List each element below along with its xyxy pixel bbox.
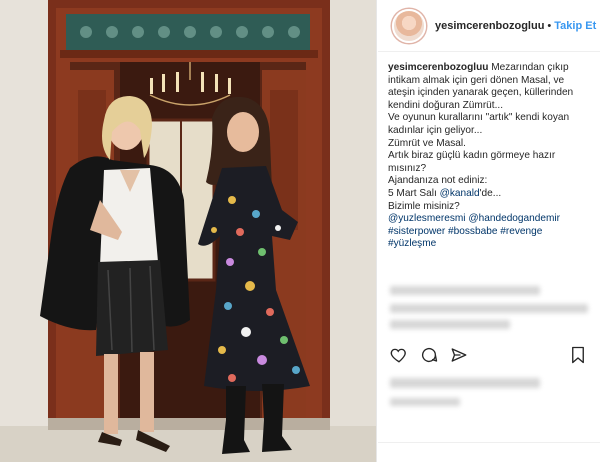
caption-line: yesimcerenbozogluu Mezarından çıkıp bbox=[388, 62, 598, 75]
mention-kanald[interactable]: @kanald bbox=[440, 188, 480, 199]
caption-line: mısınız? bbox=[388, 162, 427, 174]
profile-username[interactable]: yesimcerenbozogluu bbox=[435, 20, 544, 32]
post-sidebar: yesimcerenbozogluu • Takip Et yesimceren… bbox=[378, 0, 600, 462]
caption-line: kadınlar için geliyor... bbox=[388, 124, 483, 136]
share-icon[interactable] bbox=[450, 346, 468, 364]
blurred-comment bbox=[390, 320, 510, 329]
hashtag-link[interactable]: #sisterpower bbox=[388, 226, 445, 237]
caption-text: Mezarından çıkıp bbox=[491, 62, 569, 73]
hashtag-link[interactable]: #yüzleşme bbox=[388, 238, 436, 249]
blurred-comment bbox=[390, 304, 588, 313]
caption-line: Ve oyunun kurallarını "artık" kendi koya… bbox=[388, 112, 570, 124]
post-caption: yesimcerenbozogluu Mezarından çıkıp inti… bbox=[388, 62, 598, 251]
caption-line: ateşin içinden yanarak geçen, küllerinde… bbox=[388, 87, 574, 99]
blurred-comment bbox=[390, 286, 540, 295]
caption-line: intikam almak için geri dönen Masal, ve bbox=[388, 74, 565, 86]
caption-text: 'de... bbox=[479, 187, 502, 199]
bookmark-icon[interactable] bbox=[570, 346, 586, 364]
caption-line: Zümrüt ve Masal. bbox=[388, 137, 466, 149]
divider bbox=[378, 442, 600, 443]
action-bar bbox=[390, 346, 590, 370]
hashtag-line: #yüzleşme bbox=[388, 238, 598, 251]
post-photo[interactable] bbox=[0, 0, 377, 462]
mention-link[interactable]: @yuzlesmeresmi bbox=[388, 213, 466, 224]
caption-line: kendini doğuran Zümrüt... bbox=[388, 99, 504, 111]
caption-line: Artık biraz güçlü kadın görmeye hazır bbox=[388, 150, 556, 162]
separator-dot: • bbox=[547, 19, 552, 32]
mention-line: @yuzlesmeresmi @handedogandemir bbox=[388, 213, 598, 226]
caption-username[interactable]: yesimcerenbozogluu bbox=[388, 62, 488, 73]
hashtag-link[interactable]: #revenge bbox=[500, 226, 542, 237]
caption-line: Ajandanıza not ediniz: bbox=[388, 175, 488, 187]
post-header: yesimcerenbozogluu • Takip Et bbox=[378, 0, 600, 52]
blurred-timestamp bbox=[390, 398, 460, 406]
avatar[interactable] bbox=[392, 8, 426, 43]
heart-icon[interactable] bbox=[390, 346, 408, 364]
post-photo-illustration bbox=[0, 0, 376, 462]
caption-date: 5 Mart Salı bbox=[388, 187, 437, 199]
comment-icon[interactable] bbox=[420, 346, 438, 364]
hashtag-link[interactable]: #bossbabe bbox=[448, 226, 497, 237]
mention-link[interactable]: @handedogandemir bbox=[468, 213, 560, 224]
caption-line: Bizimle misiniz? bbox=[388, 200, 460, 212]
caption-line: 5 Mart Salı @kanald'de... bbox=[388, 188, 598, 201]
blurred-like-count bbox=[390, 378, 540, 388]
follow-button[interactable]: Takip Et bbox=[554, 20, 596, 32]
hashtag-line: #sisterpower #bossbabe #revenge bbox=[388, 226, 598, 239]
